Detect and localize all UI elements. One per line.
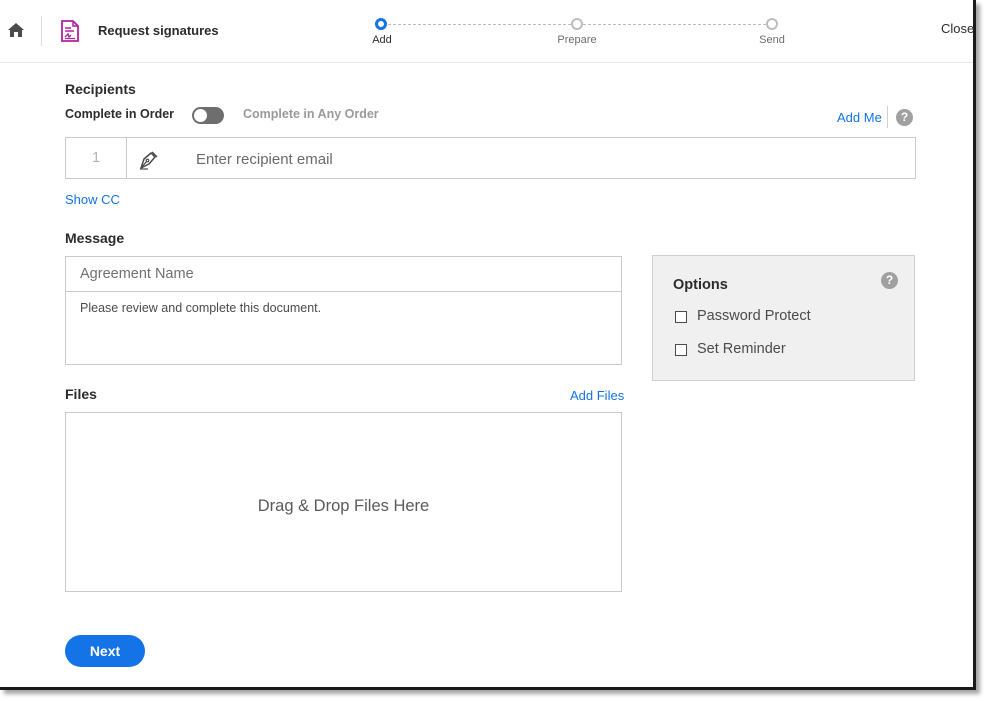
app-window: Request signatures Add Prepare Send Clos… [0,0,976,690]
step-prepare-marker [571,18,583,30]
step-send-marker [766,18,778,30]
message-field: Please review and complete this document… [65,291,622,365]
add-files-link[interactable]: Add Files [570,388,624,403]
help-icon[interactable]: ? [896,109,913,126]
add-me-divider [887,106,888,128]
step-send-label: Send [759,34,785,46]
step-prepare-label: Prepare [557,34,597,46]
recipients-heading: Recipients [65,81,136,97]
complete-in-order-label: Complete in Order [65,107,175,121]
order-toggle[interactable] [192,107,224,124]
options-panel: Options ? Password Protect Set Reminder [652,255,915,381]
page-title: Request signatures [98,23,219,38]
agreement-name-field [65,256,622,292]
step-add-marker [375,18,387,30]
signature-document-icon [60,20,80,42]
message-heading: Message [65,230,125,246]
complete-in-any-order-label: Complete in Any Order [243,107,379,121]
stepper-connector [388,24,571,25]
home-icon[interactable] [6,20,26,40]
close-button[interactable]: Close [941,21,974,36]
top-bar: Request signatures Add Prepare Send Clos… [0,0,974,63]
header-divider [41,16,42,46]
toggle-knob [194,109,207,122]
set-reminder-label: Set Reminder [697,341,786,357]
pen-nib-icon[interactable] [138,148,160,170]
set-reminder-checkbox[interactable] [675,344,687,356]
stepper-connector [583,24,766,25]
agreement-name-input[interactable] [66,257,621,291]
options-title: Options [673,277,728,293]
show-cc-link[interactable]: Show CC [65,192,120,207]
next-button[interactable]: Next [65,635,145,667]
password-protect-checkbox[interactable] [675,311,687,323]
step-add-label: Add [372,34,392,46]
file-dropzone[interactable]: Drag & Drop Files Here [65,412,622,592]
add-me-link[interactable]: Add Me [837,110,882,125]
recipient-number: 1 [66,138,127,178]
dropzone-text: Drag & Drop Files Here [257,497,430,515]
recipient-email-input[interactable] [196,148,896,170]
files-heading: Files [65,386,97,402]
password-protect-label: Password Protect [697,308,811,324]
message-textarea[interactable]: Please review and complete this document… [66,292,621,364]
recipient-row: 1 [65,137,916,179]
options-help-icon[interactable]: ? [881,272,898,289]
